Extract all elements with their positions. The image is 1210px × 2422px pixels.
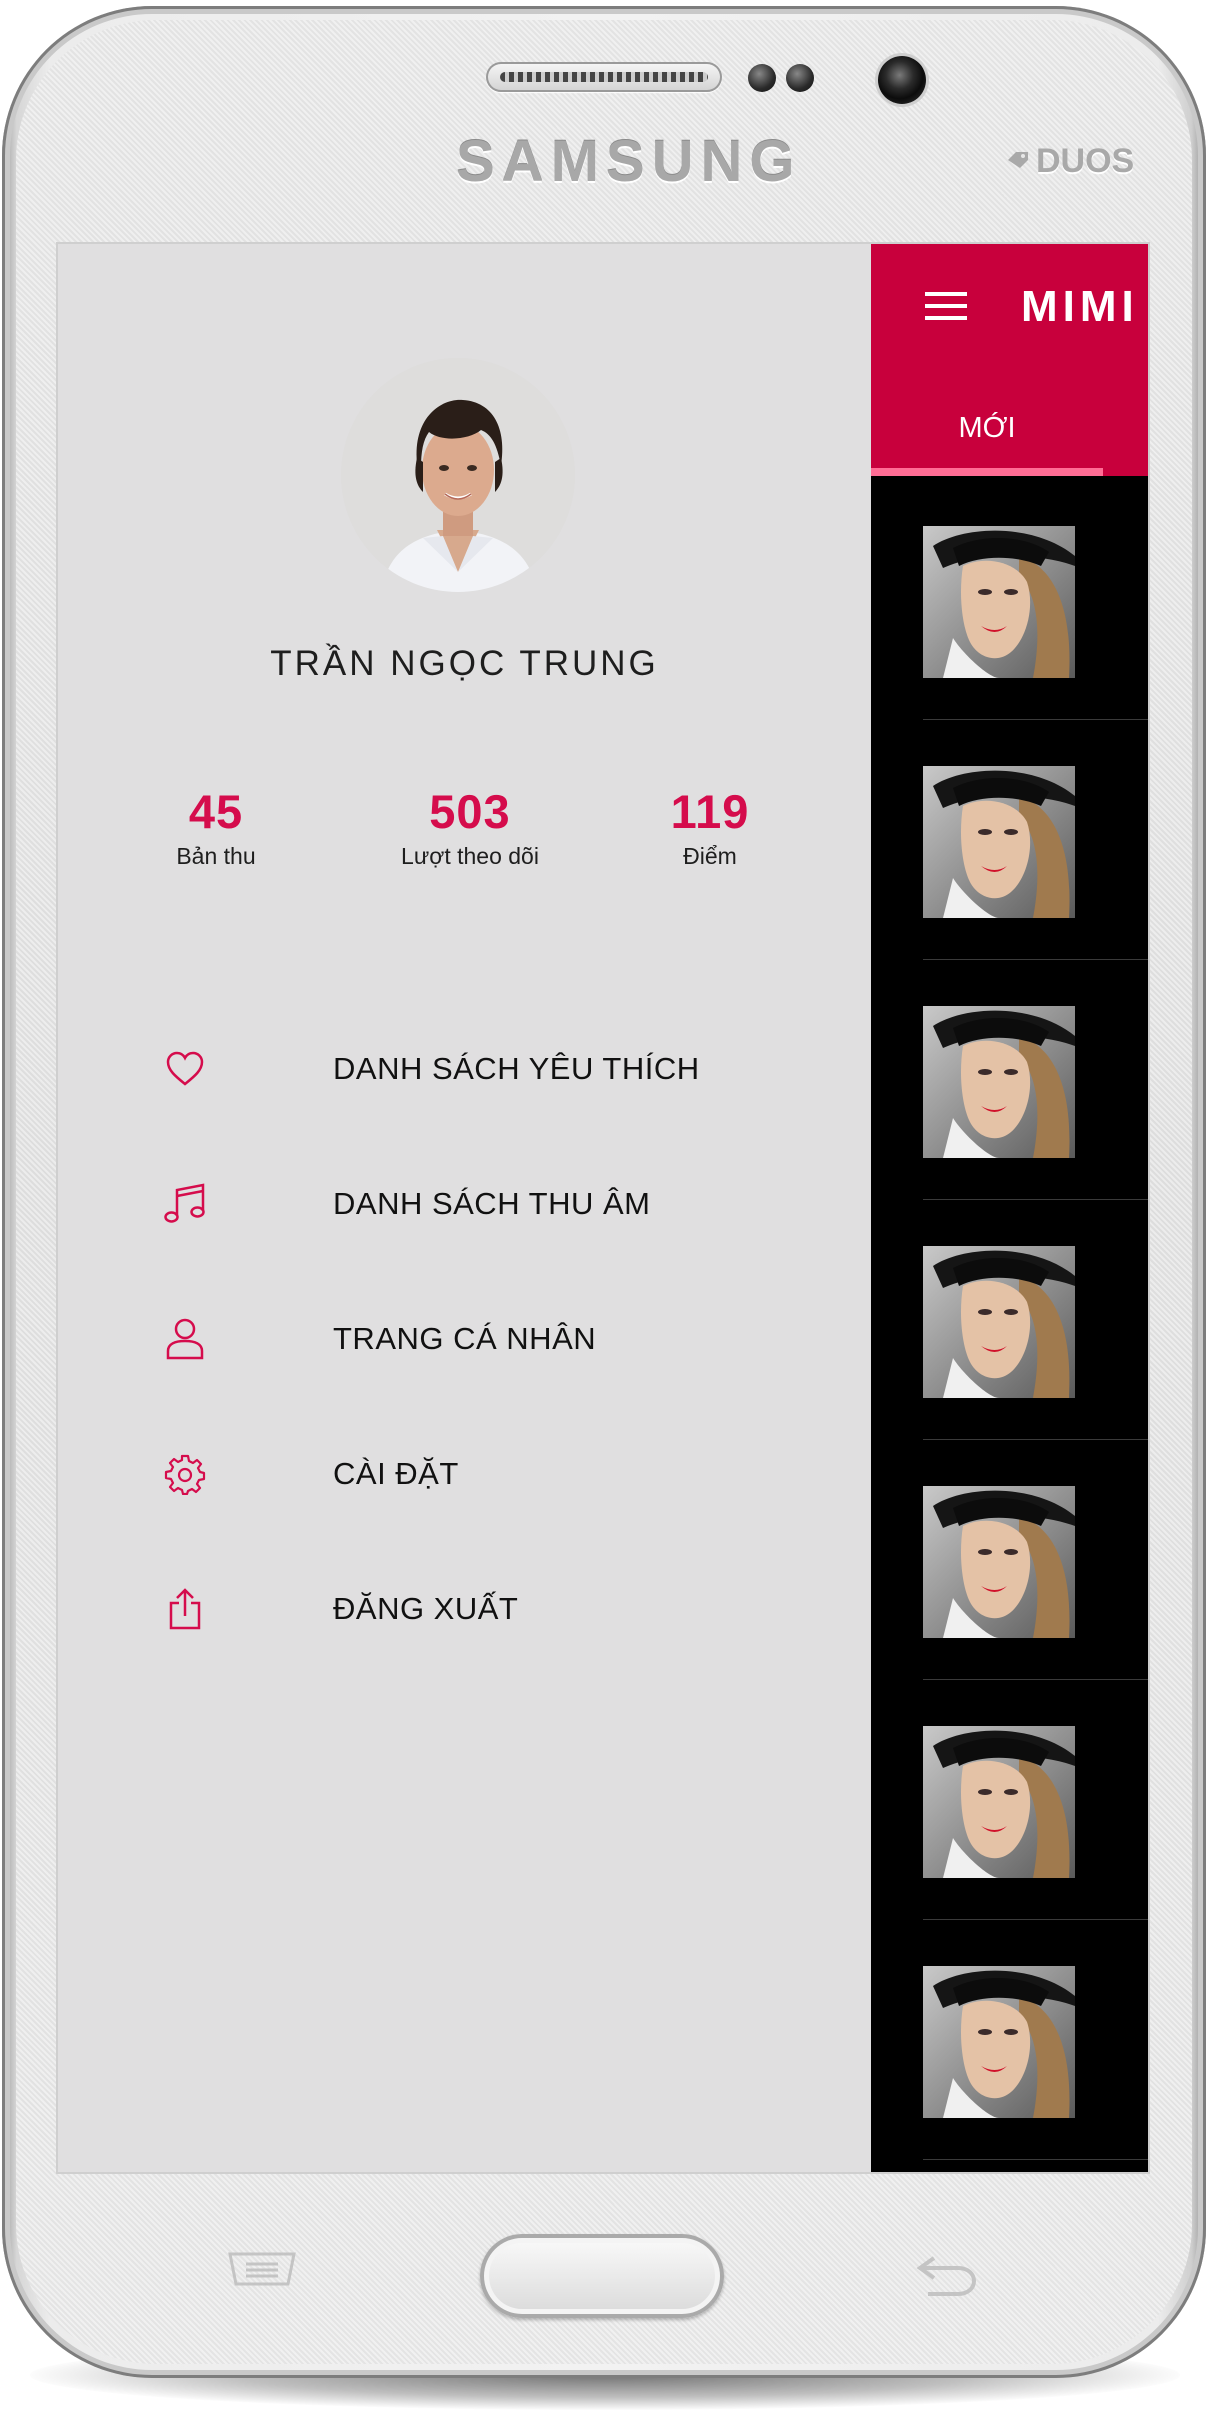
tab-new[interactable]: MỚI	[871, 412, 1103, 470]
menu-item-recordings[interactable]: DANH SÁCH THU ÂM	[158, 1159, 778, 1249]
menu-item-settings[interactable]: CÀI ĐẶT	[158, 1429, 778, 1519]
avatar[interactable]	[341, 358, 575, 592]
song-cover-image	[923, 1006, 1075, 1158]
song-divider	[923, 2159, 1148, 2160]
song-row[interactable]: BTa	[923, 1200, 1148, 1440]
tab-indicator	[871, 468, 1103, 476]
song-row[interactable]: BTa	[923, 1440, 1148, 1680]
song-row[interactable]: BTa	[923, 1680, 1148, 1920]
song-cover-image	[923, 526, 1075, 678]
home-button[interactable]	[480, 2234, 724, 2318]
main-content: MIMI MỚI BTaBTaBTaBTaBTaBTaBTa	[871, 244, 1148, 2172]
user-name: TRẦN NGỌC TRUNG	[270, 644, 659, 683]
share-upload-icon	[158, 1582, 212, 1636]
app-bar: MIMI MỚI	[871, 244, 1148, 476]
song-row[interactable]: BTa	[923, 720, 1148, 960]
navigation-drawer: TRẦN NGỌC TRUNG 45 Bản thu 503 Lượt theo…	[58, 244, 871, 2172]
song-cover-image	[923, 1246, 1075, 1398]
avatar-portrait	[341, 358, 575, 592]
menu-item-favorites-label: DANH SÁCH YÊU THÍCH	[333, 1051, 700, 1086]
menu-item-logout-label: ĐĂNG XUẤT	[333, 1591, 519, 1626]
earpiece-speaker	[486, 62, 722, 92]
model-badge: DUOS	[1036, 142, 1135, 180]
stat-followers-label: Lượt theo dõi	[401, 843, 539, 869]
menu-item-profile-label: TRANG CÁ NHÂN	[333, 1321, 597, 1356]
stat-recordings-value: 45	[188, 785, 244, 838]
heart-icon	[158, 1042, 212, 1096]
song-cover-image	[923, 1966, 1075, 2118]
menu-item-settings-label: CÀI ĐẶT	[333, 1456, 459, 1491]
hamburger-menu-icon[interactable]	[921, 288, 971, 324]
menu-key-icon[interactable]	[226, 2250, 298, 2288]
menu-item-favorites[interactable]: DANH SÁCH YÊU THÍCH	[158, 1024, 778, 1114]
phone-screen: TRẦN NGỌC TRUNG 45 Bản thu 503 Lượt theo…	[58, 244, 1148, 2172]
gear-icon	[158, 1447, 212, 1501]
stat-followers-value: 503	[429, 785, 511, 838]
stat-recordings-label: Bản thu	[176, 843, 256, 869]
menu-item-recordings-label: DANH SÁCH THU ÂM	[333, 1186, 651, 1221]
song-row[interactable]: BTa	[923, 960, 1148, 1200]
song-cover-image	[923, 1486, 1075, 1638]
stat-points-value: 119	[670, 785, 750, 838]
stat-recordings[interactable]: 45 Bản thu	[96, 784, 336, 870]
front-camera	[878, 56, 926, 104]
app-title: MIMI	[1021, 282, 1139, 331]
user-icon	[158, 1312, 212, 1366]
proximity-sensor	[748, 64, 776, 92]
menu-item-profile[interactable]: TRANG CÁ NHÂN	[158, 1294, 778, 1384]
menu-item-logout[interactable]: ĐĂNG XUẤT	[158, 1564, 778, 1654]
song-cover-image	[923, 766, 1075, 918]
music-note-icon	[158, 1177, 212, 1231]
brand-logo: SAMSUNG	[456, 129, 802, 194]
duos-tag-icon	[1008, 152, 1028, 168]
stat-points-label: Điểm	[683, 843, 737, 869]
stat-points[interactable]: 119 Điểm	[590, 784, 830, 870]
song-row[interactable]: BTa	[923, 1920, 1148, 2160]
song-row[interactable]: BTa	[923, 480, 1148, 720]
song-cover-image	[923, 1726, 1075, 1878]
back-key-icon[interactable]	[914, 2250, 980, 2298]
light-sensor	[786, 64, 814, 92]
stat-followers[interactable]: 503 Lượt theo dõi	[350, 784, 590, 870]
